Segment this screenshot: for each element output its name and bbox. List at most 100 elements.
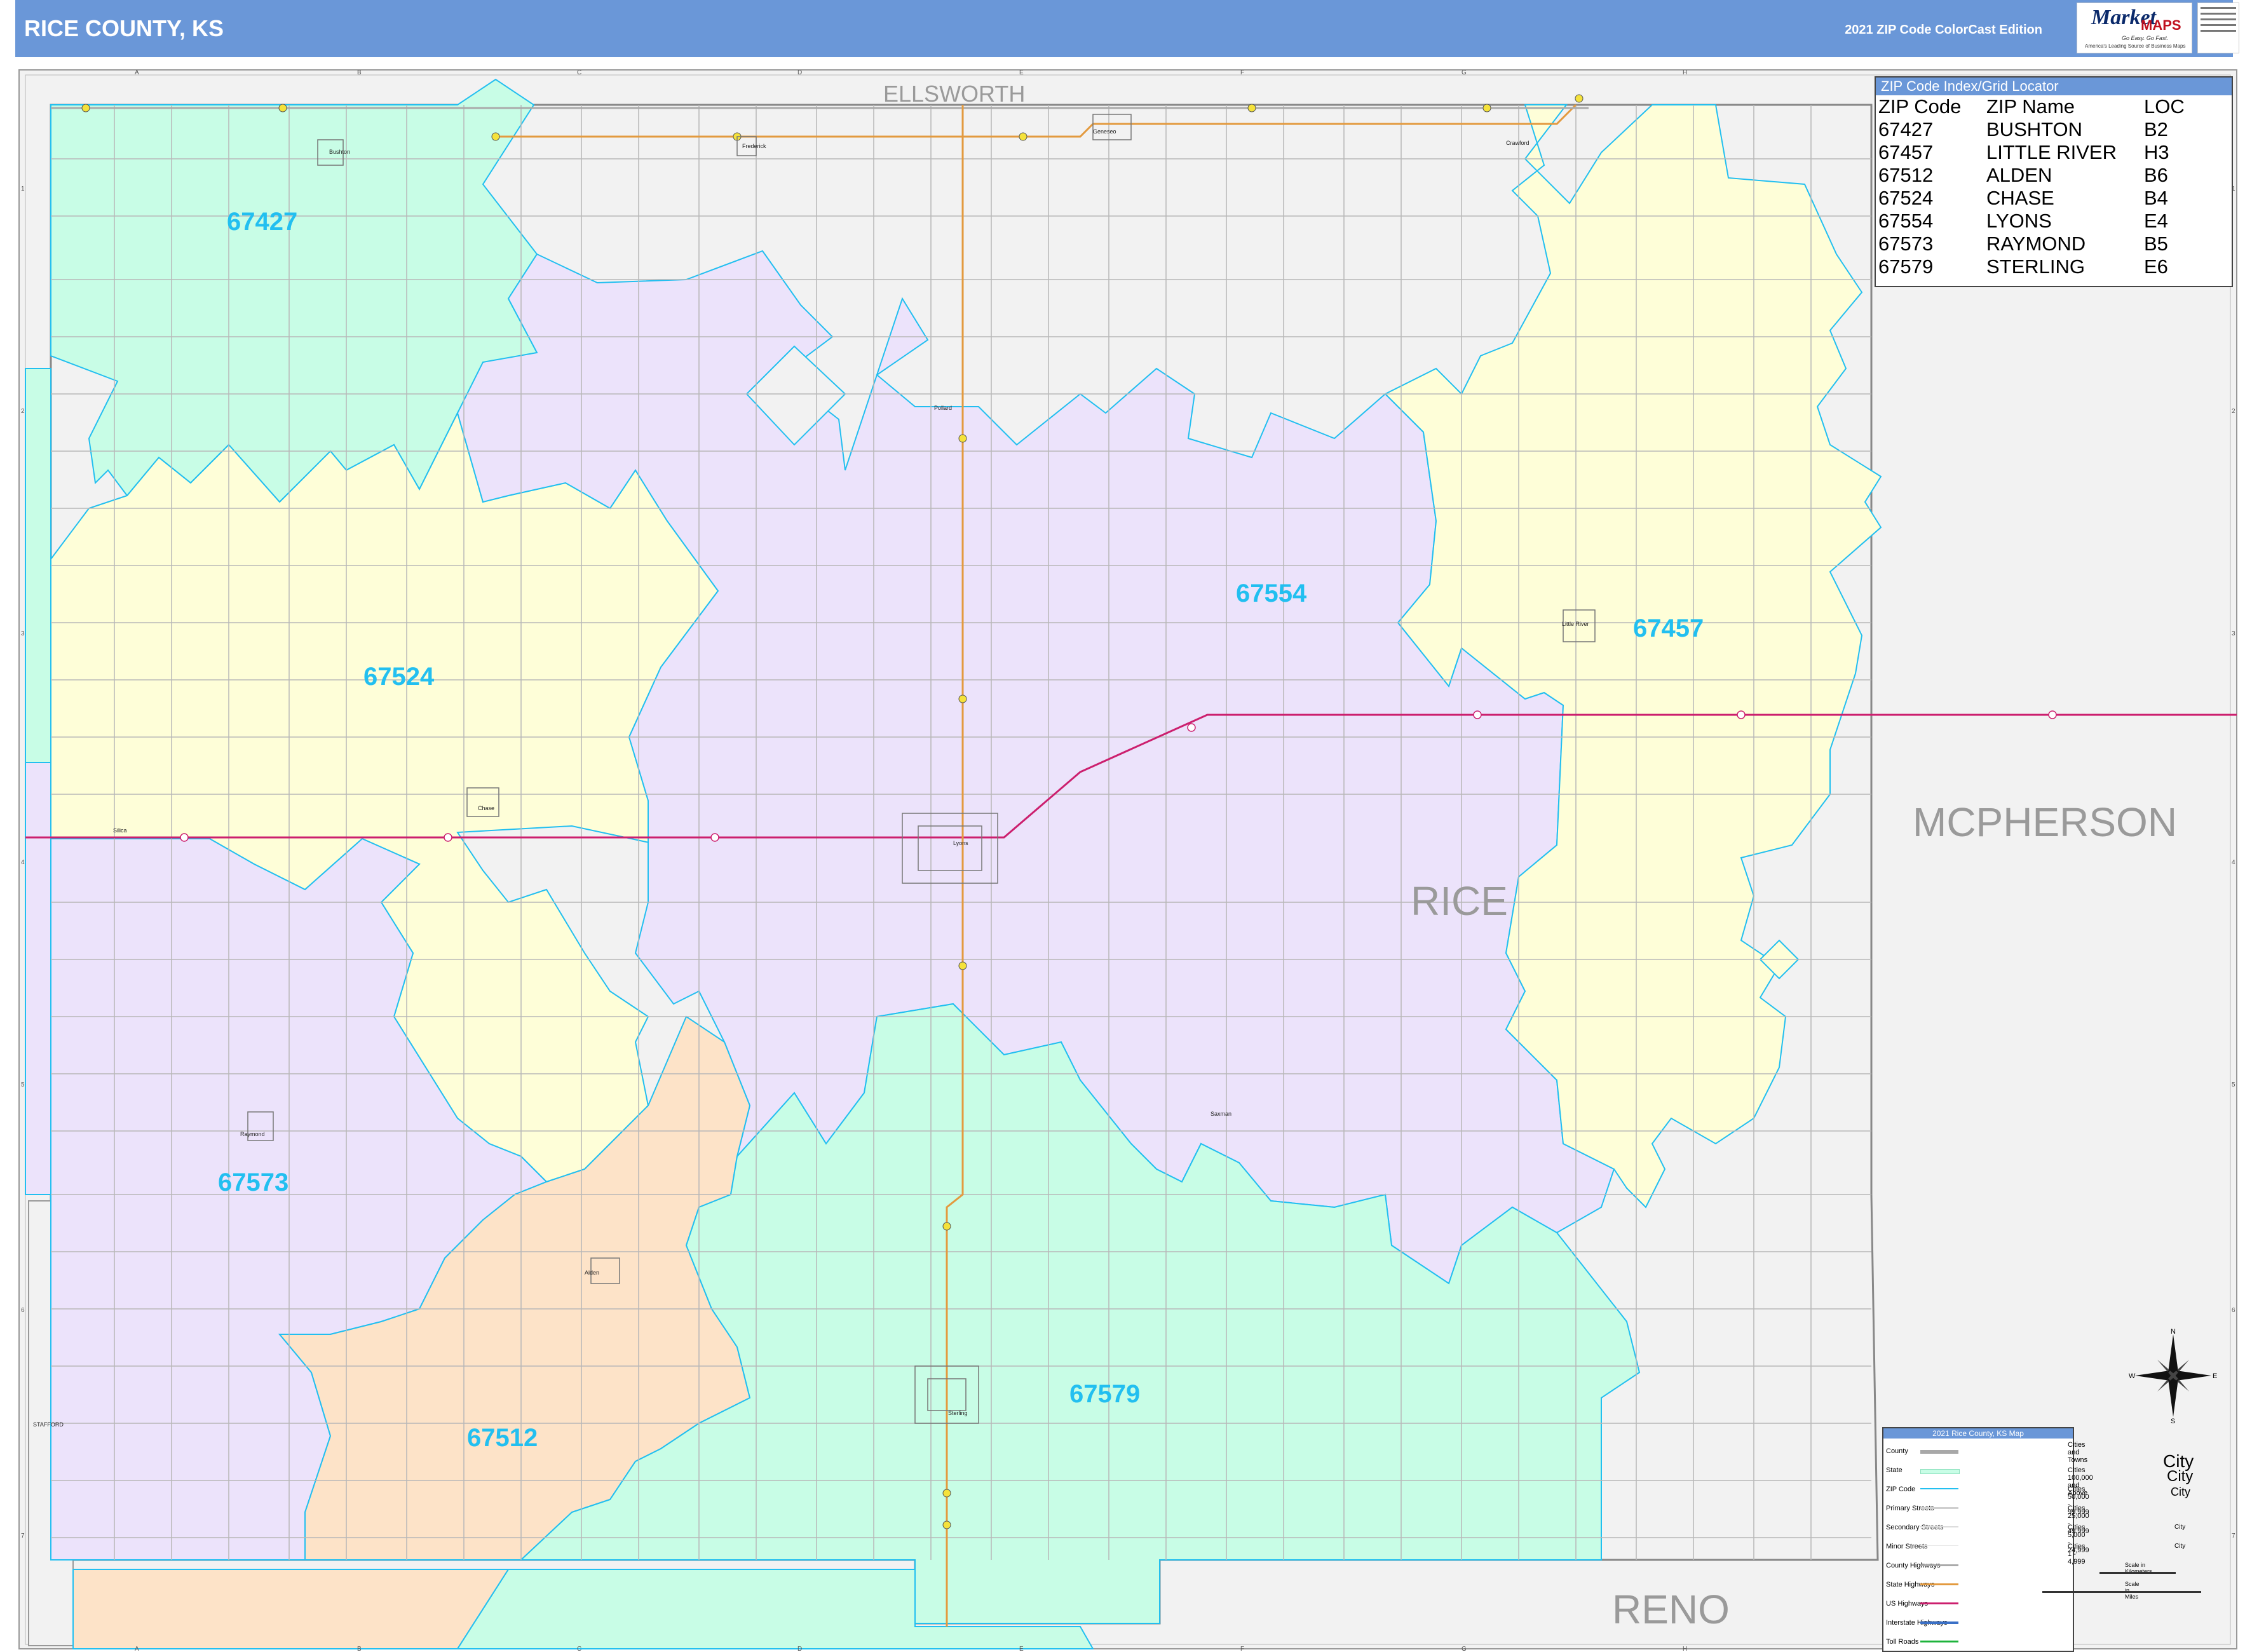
grid-row-1: 1	[21, 186, 25, 193]
table-row[interactable]: 67554 LYONS E4	[1878, 210, 2185, 233]
legend-item-county: County	[1886, 1447, 1908, 1455]
grid-row-3: 3	[21, 630, 25, 637]
grid-col-c: C	[577, 69, 581, 76]
county-label-mcpherson: MCPHERSON	[1913, 799, 2177, 845]
grid-row-2-right: 2	[2232, 408, 2235, 415]
table-row[interactable]: 67524 CHASE B4	[1878, 187, 2185, 210]
table-row[interactable]: 67427 BUSHTON B2	[1878, 118, 2185, 141]
compass-n: N	[2171, 1328, 2176, 1336]
town-pollard[interactable]: Pollard	[934, 405, 952, 411]
town-bushton[interactable]: Bushton	[329, 149, 350, 155]
legend-swatch-minor	[1920, 1545, 1958, 1546]
town-saxman[interactable]: Saxman	[1211, 1111, 1231, 1117]
grid-col-a-bottom: A	[135, 1646, 139, 1652]
grid-col-e-bottom: E	[1019, 1646, 1024, 1652]
map-legend: 2021 Rice County, KS Map County State ZI…	[1882, 1427, 2201, 1652]
zip-label-67554[interactable]: 67554	[1236, 579, 1307, 607]
table-row[interactable]: 67512 ALDEN B6	[1878, 164, 2185, 187]
legend-title: 2021 Rice County, KS Map	[1883, 1428, 2073, 1439]
grid-col-a: A	[135, 69, 139, 76]
table-row[interactable]: 67579 STERLING E6	[1878, 255, 2185, 278]
legend-cities-1: Cities 1 - 4,999	[2068, 1543, 2086, 1566]
grid-row-5: 5	[21, 1081, 25, 1088]
grid-col-f: F	[1240, 69, 1244, 76]
zip-index-title: ZIP Code Index/Grid Locator	[1876, 78, 2232, 95]
zip-index-table: ZIP Code ZIP Name LOC 67427 BUSHTON B2 674…	[1878, 95, 2185, 278]
zip-label-67457[interactable]: 67457	[1633, 614, 1704, 642]
town-little-river[interactable]: Little River	[1562, 621, 1589, 627]
grid-col-b-bottom: B	[357, 1646, 362, 1652]
county-label-stafford: STAFFORD	[33, 1421, 64, 1428]
compass-e: E	[2213, 1372, 2217, 1380]
legend-item-state: State	[1886, 1466, 1902, 1474]
zip-index-col-zip: ZIP Code	[1878, 95, 1962, 118]
grid-row-6-right: 6	[2232, 1307, 2235, 1314]
town-crawford[interactable]: Crawford	[1506, 140, 1529, 146]
zip-index-col-name: ZIP Name	[1986, 95, 2075, 118]
grid-row-3-right: 3	[2232, 630, 2235, 637]
zip-area-west-strip	[25, 368, 51, 763]
legend-swatch-county-hwy	[1920, 1564, 1958, 1566]
grid-col-h-bottom: H	[1683, 1646, 1687, 1652]
legend-item-minor: Minor Streets	[1886, 1543, 1928, 1550]
town-geneseo[interactable]: Geneseo	[1093, 128, 1116, 135]
legend-city-m: City	[2171, 1486, 2190, 1498]
legend-scale-km-bar	[2099, 1572, 2176, 1574]
zip-label-67512[interactable]: 67512	[467, 1424, 538, 1452]
town-lyons[interactable]: Lyons	[953, 840, 968, 846]
legend-item-zip: ZIP Code	[1886, 1486, 1916, 1493]
legend-swatch-county	[1920, 1450, 1958, 1454]
compass-rose-icon: N S W E	[2129, 1328, 2217, 1423]
county-label-rice: RICE	[1411, 878, 1508, 924]
town-alden[interactable]: Alden	[585, 1269, 599, 1276]
grid-col-b: B	[357, 69, 362, 76]
zip-label-67524[interactable]: 67524	[363, 663, 435, 691]
legend-item-secondary: Secondary Streets	[1886, 1524, 1944, 1531]
town-raymond[interactable]: Raymond	[240, 1131, 265, 1137]
legend-swatch-primary	[1920, 1507, 1958, 1509]
legend-scale-mi: Scale in Miles	[2125, 1581, 2140, 1600]
legend-cities-header: Cities and Towns	[2068, 1441, 2088, 1464]
legend-city-s: City	[2174, 1524, 2186, 1531]
legend-swatch-state-hwy	[1920, 1583, 1958, 1585]
zip-label-67427[interactable]: 67427	[227, 208, 297, 236]
town-chase[interactable]: Chase	[478, 805, 494, 811]
legend-swatch-zip	[1920, 1488, 1958, 1489]
zip-area-west-strip-2	[25, 762, 51, 1195]
town-frederick[interactable]: Frederick	[742, 143, 766, 149]
grid-row-4: 4	[21, 859, 25, 866]
grid-col-e: E	[1019, 69, 1024, 76]
town-sterling[interactable]: Sterling	[948, 1410, 968, 1416]
legend-city-l: City	[2167, 1468, 2194, 1485]
zip-label-67573[interactable]: 67573	[218, 1168, 288, 1196]
zip-label-67579[interactable]: 67579	[1069, 1380, 1140, 1408]
legend-scale-mi-bar	[2042, 1591, 2201, 1593]
county-label-reno: RENO	[1612, 1587, 1730, 1632]
grid-row-2: 2	[21, 408, 25, 415]
zip-code-index: ZIP Code Index/Grid Locator ZIP Code ZIP…	[1875, 76, 2233, 287]
grid-col-f-bottom: F	[1240, 1646, 1244, 1652]
town-silica[interactable]: Silica	[113, 827, 127, 834]
grid-row-4-right: 4	[2232, 859, 2235, 866]
grid-col-g-bottom: G	[1462, 1646, 1467, 1652]
grid-row-5-right: 5	[2232, 1081, 2235, 1088]
compass-s: S	[2171, 1418, 2175, 1423]
zip-index-header-row: ZIP Code ZIP Name LOC	[1878, 95, 2185, 118]
grid-row-7: 7	[21, 1533, 25, 1540]
county-label-ellsworth: ELLSWORTH	[883, 81, 1025, 107]
zip-area-south-peach	[72, 1569, 510, 1649]
legend-swatch-us-hwy	[1920, 1602, 1958, 1604]
grid-row-6: 6	[21, 1307, 25, 1314]
legend-swatch-toll	[1920, 1641, 1958, 1642]
table-row[interactable]: 67573 RAYMOND B5	[1878, 233, 2185, 255]
compass-w: W	[2129, 1372, 2136, 1380]
legend-swatch-interstate	[1920, 1622, 1958, 1624]
legend-item-toll: Toll Roads	[1886, 1638, 1919, 1646]
legend-swatch-secondary	[1920, 1526, 1958, 1527]
grid-col-g: G	[1462, 69, 1467, 76]
zip-index-col-loc: LOC	[2144, 95, 2185, 118]
grid-col-d-bottom: D	[797, 1646, 802, 1652]
table-row[interactable]: 67457 LITTLE RIVER H3	[1878, 141, 2185, 164]
legend-swatch-state	[1920, 1469, 1960, 1474]
grid-col-c-bottom: C	[577, 1646, 581, 1652]
